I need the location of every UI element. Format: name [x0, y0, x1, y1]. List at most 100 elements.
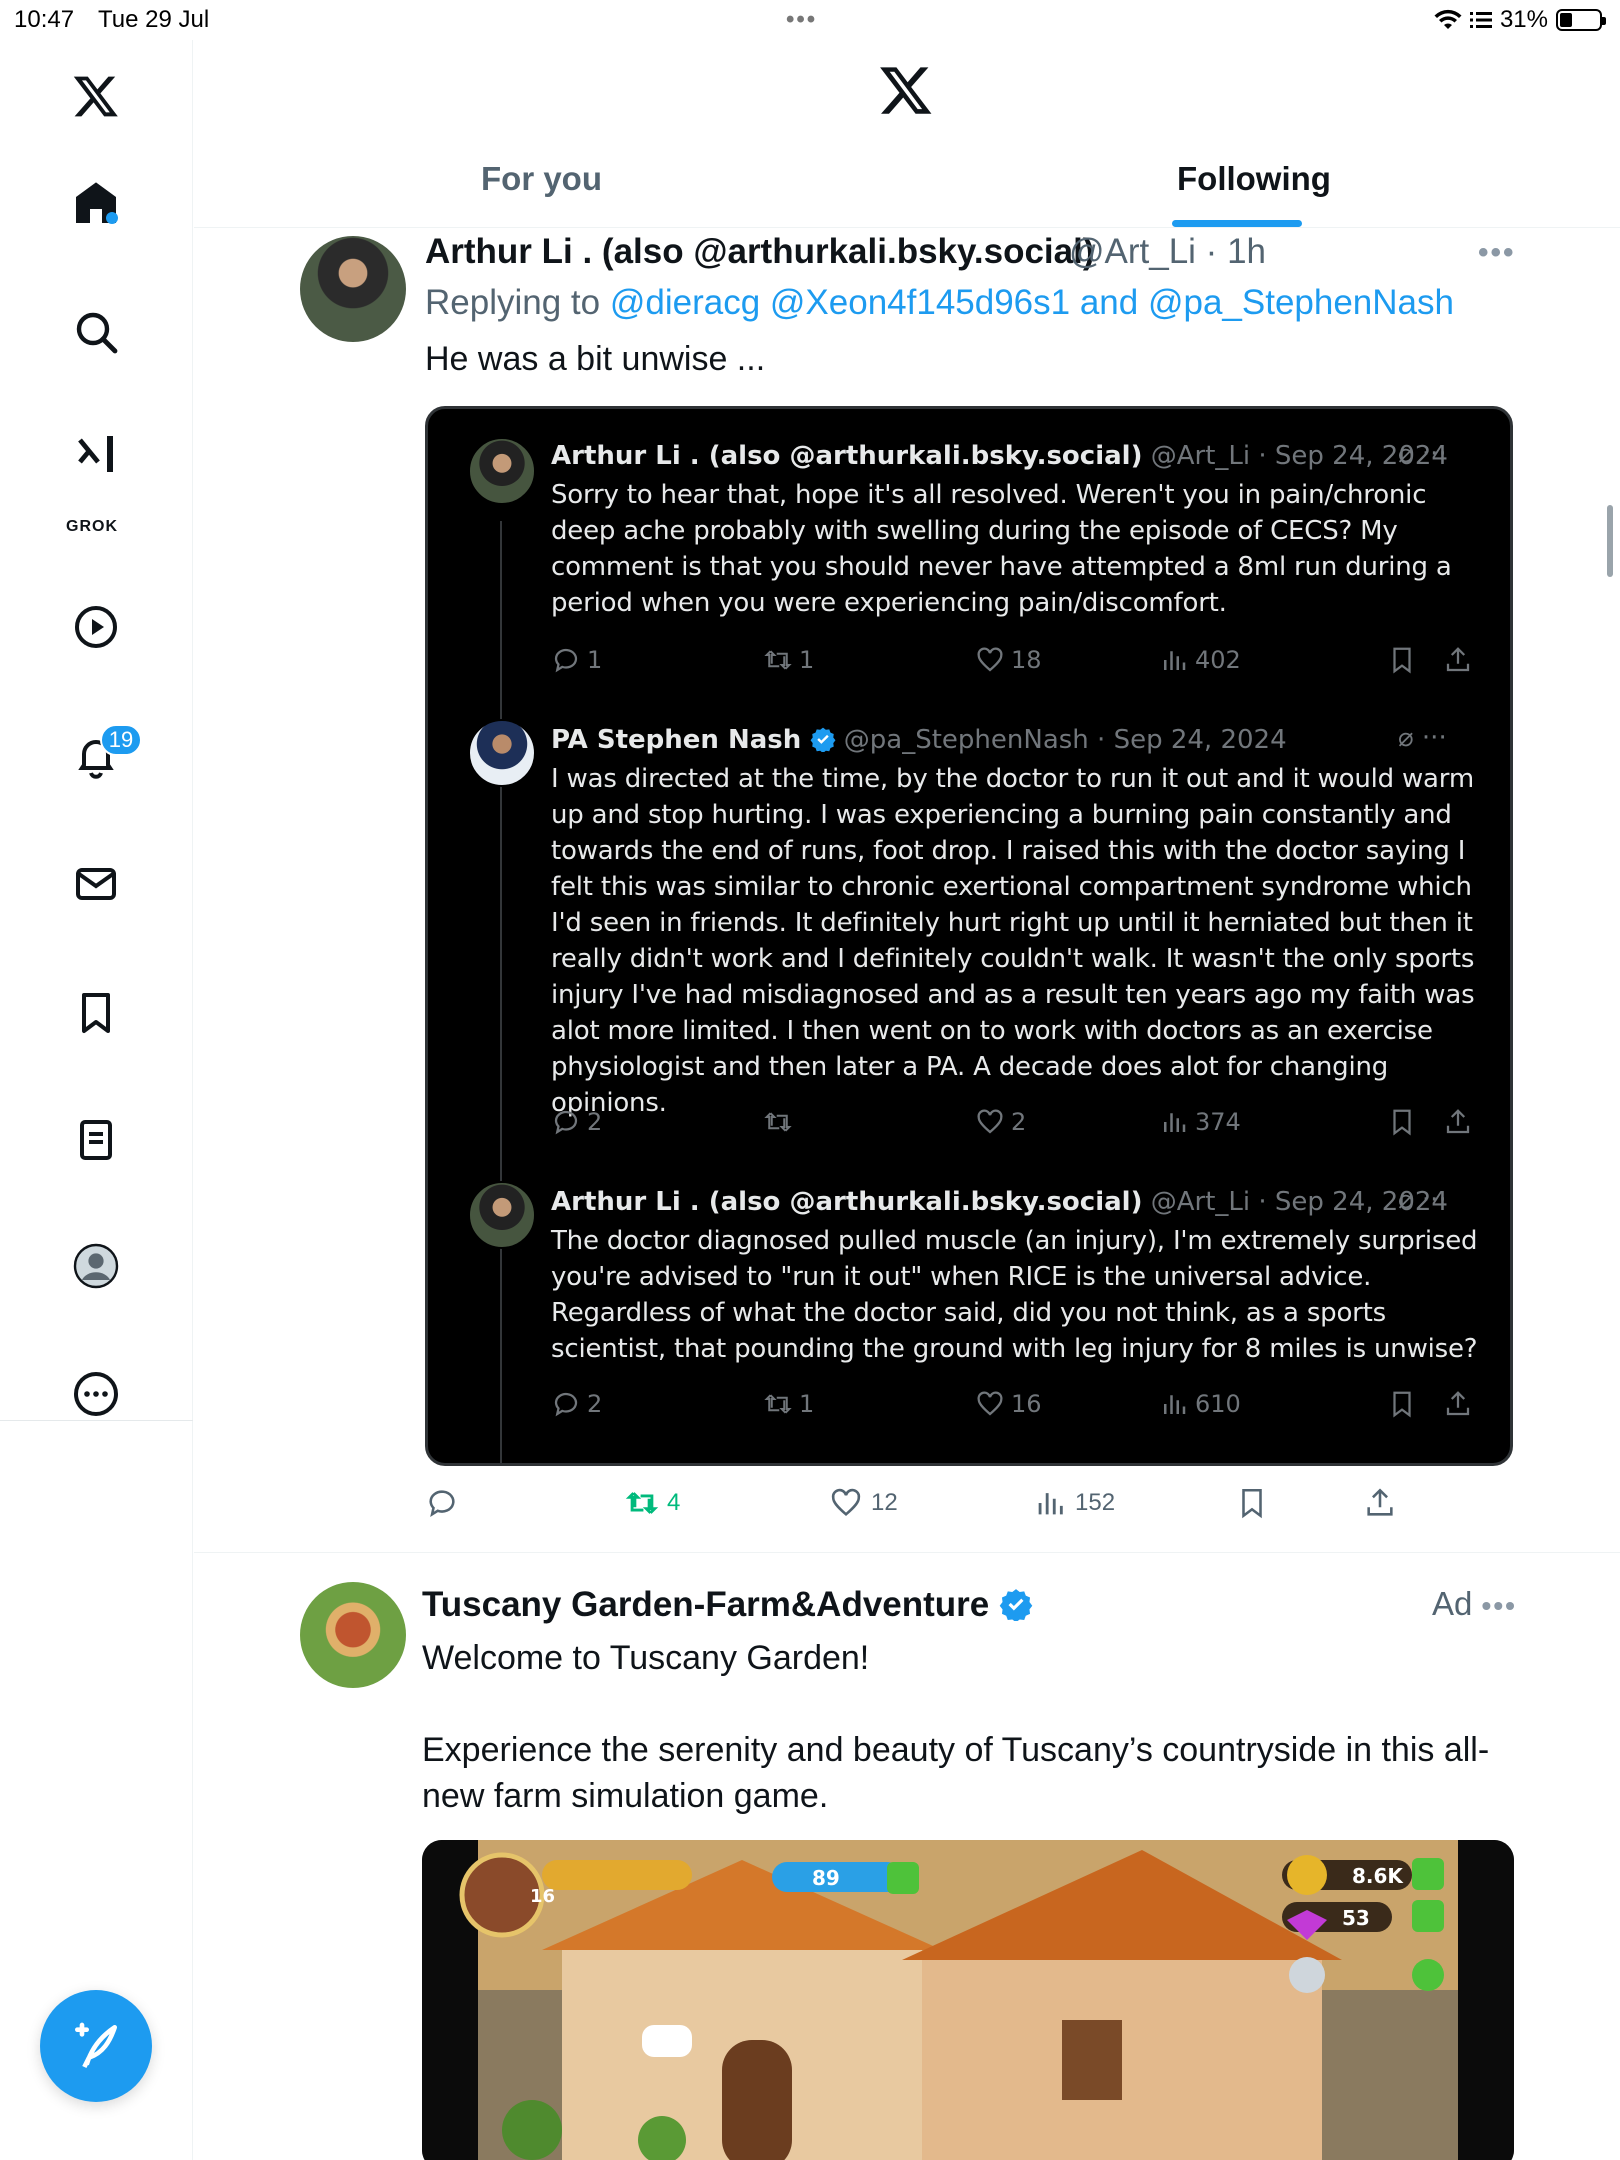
- embedded-like: 2: [975, 1107, 1026, 1137]
- share-icon: [1367, 1488, 1393, 1516]
- sidebar-item-bookmarks[interactable]: [60, 977, 132, 1049]
- repost-icon: [764, 1394, 792, 1414]
- ad-author-header[interactable]: Tuscany Garden-Farm&Adventure: [422, 1585, 1033, 1625]
- reply-mentions[interactable]: @dieracg @Xeon4f145d96s1 and @pa_Stephen…: [610, 283, 1454, 322]
- wifi-icon: [1434, 9, 1462, 29]
- embedded-like: 18: [975, 645, 1042, 675]
- tab-following[interactable]: Following: [1177, 160, 1331, 198]
- active-tab-indicator: [1172, 220, 1302, 227]
- bookmark-icon: [82, 993, 110, 1033]
- embedded-share: [1443, 645, 1473, 675]
- bookmark-button[interactable]: [1235, 1486, 1269, 1520]
- reply-button[interactable]: [425, 1486, 467, 1520]
- tweet-author-name[interactable]: Arthur Li . (also @arthurkali.bsky.socia…: [425, 232, 1094, 272]
- list-icon: [80, 1120, 112, 1160]
- timeline-header: For you Following: [194, 40, 1620, 228]
- sidebar-item-explore[interactable]: [60, 296, 132, 368]
- thread-line: [500, 521, 502, 1463]
- tweet-text: He was a bit unwise ...: [425, 340, 766, 378]
- embedded-author: Arthur Li . (also @arthurkali.bsky.socia…: [551, 441, 1143, 471]
- sidebar-item-home[interactable]: [60, 167, 132, 239]
- embedded-repost: [763, 1107, 799, 1137]
- scrollbar[interactable]: [1607, 505, 1613, 577]
- embedded-reply: 2: [551, 1389, 602, 1419]
- ad-text: Welcome to Tuscany Garden! Experience th…: [422, 1635, 1522, 1865]
- replying-to: Replying to @dieracg @Xeon4f145d96s1 and…: [425, 283, 1454, 323]
- sidebar-nav: GROK 19: [0, 40, 193, 2160]
- embedded-avatar: [468, 719, 536, 787]
- ad-more-icon[interactable]: •••: [1482, 1590, 1517, 1621]
- reply-icon: [429, 1490, 455, 1518]
- game-gems: 53: [1342, 1906, 1370, 1930]
- status-bar: 10:47 Tue 29 Jul ••• 31%: [0, 0, 1620, 40]
- embedded-repost: 1: [763, 645, 814, 675]
- embedded-text: I was directed at the time, by the docto…: [551, 764, 1475, 1118]
- embedded-share: [1443, 1107, 1473, 1137]
- more-small-icon: ···: [1421, 723, 1447, 753]
- ad-author-avatar[interactable]: [300, 1582, 406, 1688]
- tweet-more-icon[interactable]: •••: [1478, 236, 1516, 270]
- repost-button[interactable]: 4: [625, 1486, 680, 1520]
- embedded-views: 374: [1159, 1107, 1241, 1137]
- ad-game-image[interactable]: 16 89 8.6K 53: [422, 1840, 1514, 2160]
- status-date: Tue 29 Jul: [98, 6, 210, 33]
- like-button[interactable]: 12: [829, 1486, 898, 1520]
- sidebar-item-messages[interactable]: [60, 848, 132, 920]
- heart-icon: [977, 1391, 1003, 1416]
- search-icon: [76, 312, 118, 354]
- tweet-handle-time[interactable]: @Art_Li · 1h: [1069, 232, 1266, 272]
- verified-badge-icon: [999, 1589, 1033, 1623]
- sidebar-item-profile[interactable]: [60, 1230, 132, 1302]
- tweet-author-avatar[interactable]: [300, 236, 406, 342]
- repost-icon: [764, 650, 792, 670]
- share-icon: [1446, 1109, 1470, 1134]
- sidebar-item-video[interactable]: [60, 591, 132, 663]
- embedded-share: [1443, 1389, 1473, 1419]
- status-right: 31%: [1434, 6, 1606, 34]
- heart-icon: [977, 647, 1003, 672]
- reply-icon: [554, 1110, 578, 1135]
- bookmark-icon: [1393, 647, 1411, 674]
- share-icon: [1446, 647, 1470, 672]
- views-icon: [1038, 1493, 1063, 1515]
- repost-icon: [764, 1112, 792, 1132]
- more-icon: [74, 1372, 118, 1416]
- embedded-actions: 2 1 16 610: [551, 1389, 1491, 1429]
- embedded-actions: 2 2 374: [551, 1107, 1491, 1147]
- embedded-avatar: [468, 1181, 536, 1249]
- embedded-top-icons: ⌀ ···: [1398, 1185, 1447, 1215]
- more-small-icon: ···: [1421, 439, 1447, 469]
- embedded-repost: 1: [763, 1389, 814, 1419]
- embedded-actions: 1 1 18 402: [551, 645, 1491, 685]
- embedded-header: PA Stephen Nash @pa_StephenNash · Sep 24…: [551, 725, 1287, 755]
- embedded-screenshot-image[interactable]: Arthur Li . (also @arthurkali.bsky.socia…: [425, 406, 1513, 1466]
- sidebar-item-grok[interactable]: [60, 420, 132, 492]
- grok-small-icon: ⌀: [1398, 723, 1414, 753]
- home-new-dot: [106, 212, 118, 224]
- embedded-like: 16: [975, 1389, 1042, 1419]
- embedded-top-icons: ⌀ ···: [1398, 439, 1447, 469]
- embedded-avatar: [468, 437, 536, 505]
- tab-for-you[interactable]: For you: [481, 160, 602, 198]
- x-logo-icon[interactable]: [60, 60, 132, 132]
- embedded-views: 610: [1159, 1389, 1241, 1419]
- bookmark-icon: [1393, 1109, 1411, 1136]
- embedded-author: Arthur Li . (also @arthurkali.bsky.socia…: [551, 1187, 1143, 1217]
- verified-badge-icon: [810, 727, 835, 752]
- multitask-dots-icon[interactable]: •••: [786, 6, 817, 34]
- play-icon: [75, 606, 117, 648]
- battery-icon: [1556, 9, 1606, 31]
- grok-small-icon: ⌀: [1398, 439, 1414, 469]
- ad-label: Ad •••: [1432, 1585, 1517, 1623]
- game-coins: 8.6K: [1352, 1864, 1404, 1888]
- heart-icon: [831, 1488, 861, 1517]
- sidebar-item-lists[interactable]: [60, 1104, 132, 1176]
- share-button[interactable]: [1363, 1486, 1397, 1520]
- views-button[interactable]: 152: [1033, 1486, 1115, 1520]
- sidebar-divider: [0, 1420, 193, 1421]
- embedded-text: The doctor diagnosed pulled muscle (an i…: [551, 1226, 1478, 1364]
- ad-author-name[interactable]: Tuscany Garden-Farm&Adventure: [422, 1585, 989, 1624]
- compose-button[interactable]: [40, 1990, 152, 2102]
- tweet-actions: 4 12 152: [425, 1486, 1425, 1530]
- x-logo-icon[interactable]: [878, 62, 934, 123]
